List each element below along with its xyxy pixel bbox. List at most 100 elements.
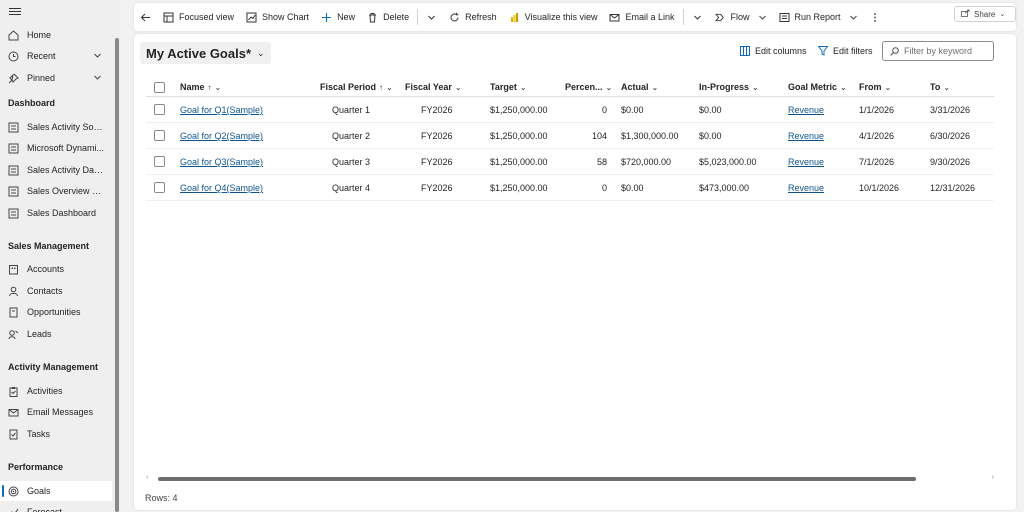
column-header-from[interactable]: From ⌄	[859, 78, 891, 96]
sidebar-section-heading: Dashboard	[8, 98, 56, 108]
filter-keyword-input[interactable]: Filter by keyword	[882, 41, 994, 61]
chart-icon	[246, 12, 257, 23]
sidebar-item-label: Sales Overview D...	[27, 186, 105, 196]
sidebar-item-label: Activities	[27, 386, 63, 396]
column-header-actual[interactable]: Actual ⌄	[621, 78, 658, 96]
hamburger-menu-icon[interactable]	[9, 6, 21, 16]
scroll-left-icon[interactable]: ‹	[146, 474, 148, 481]
back-button[interactable]	[134, 3, 157, 31]
visualize-view-button[interactable]: Visualize this view	[503, 3, 604, 31]
row-checkbox[interactable]	[154, 130, 165, 141]
sidebar-item-microsoft-dynami[interactable]: Microsoft Dynami...	[0, 138, 112, 158]
column-header-to[interactable]: To ⌄	[930, 78, 950, 96]
run-report-button[interactable]: Run Report	[773, 3, 864, 31]
cell-to: 12/31/2026	[930, 183, 976, 193]
table-row[interactable]: Goal for Q3(Sample) Quarter 3 FY2026 $1,250…	[146, 149, 994, 175]
horizontal-scroll-thumb[interactable]	[158, 477, 916, 481]
sidebar-item-recent[interactable]: Recent	[0, 46, 112, 66]
cell-metric[interactable]: Revenue	[788, 183, 824, 193]
trash-icon	[367, 12, 378, 23]
sidebar-section-heading: Performance	[8, 462, 64, 472]
sidebar-item-activities[interactable]: Activities	[0, 381, 112, 401]
sidebar-item-contacts[interactable]: Contacts	[0, 281, 112, 301]
table-row[interactable]: Goal for Q2(Sample) Quarter 2 FY2026 $1,250…	[146, 123, 994, 149]
refresh-button[interactable]: Refresh	[443, 3, 503, 31]
email-link-button[interactable]: Email a Link	[603, 3, 680, 31]
focused-view-button[interactable]: Focused view	[157, 3, 240, 31]
cell-name[interactable]: Goal for Q2(Sample)	[180, 131, 263, 141]
sidebar-item-leads[interactable]: Leads	[0, 324, 112, 344]
row-checkbox[interactable]	[154, 182, 165, 193]
sidebar-item-sales-overview-d[interactable]: Sales Overview D...	[0, 181, 112, 201]
sidebar-item-sales-dashboard[interactable]: Sales Dashboard	[0, 203, 112, 223]
filter-icon	[818, 46, 828, 56]
view-selector[interactable]: My Active Goals* ⌄	[140, 42, 271, 64]
cell-to: 3/31/2026	[930, 105, 971, 115]
cell-inprogress: $0.00	[699, 105, 722, 115]
sidebar-item-goals[interactable]: Goals	[0, 481, 112, 501]
sidebar-item-label: Opportunities	[27, 307, 81, 317]
new-button[interactable]: New	[315, 3, 361, 31]
column-header-percent[interactable]: Percen... ⌄	[565, 78, 612, 96]
sidebar-item-tasks[interactable]: Tasks	[0, 424, 112, 444]
chevron-down-icon[interactable]	[93, 51, 102, 62]
edit-columns-button[interactable]: Edit columns	[740, 46, 807, 56]
cell-year: FY2026	[421, 183, 453, 193]
flow-button[interactable]: Flow	[709, 3, 773, 31]
cell-name[interactable]: Goal for Q4(Sample)	[180, 183, 263, 193]
row-checkbox[interactable]	[154, 104, 165, 115]
cell-metric[interactable]: Revenue	[788, 157, 824, 167]
command-label: Show Chart	[262, 12, 310, 22]
scroll-right-icon[interactable]: ›	[992, 474, 994, 481]
sidebar-item-email-messages[interactable]: Email Messages	[0, 402, 112, 422]
table-row[interactable]: Goal for Q4(Sample) Quarter 4 FY2026 $1,250…	[146, 175, 994, 201]
sidebar-item-label: Goals	[27, 486, 51, 496]
sidebar-item-pinned[interactable]: Pinned	[0, 68, 112, 88]
column-header-metric[interactable]: Goal Metric ⌄	[788, 78, 847, 96]
focused-view-icon	[163, 12, 174, 23]
building-icon	[8, 264, 19, 275]
row-checkbox[interactable]	[154, 156, 165, 167]
rows-count: Rows: 4	[145, 493, 178, 503]
sidebar-item-accounts[interactable]: Accounts	[0, 259, 112, 279]
cell-name[interactable]: Goal for Q3(Sample)	[180, 157, 263, 167]
share-button[interactable]: Share ⌄	[954, 6, 1016, 22]
delete-button[interactable]: Delete	[361, 3, 415, 31]
horizontal-scrollbar[interactable]: ‹ ›	[146, 474, 994, 481]
column-header-period[interactable]: Fiscal Period ↑ ⌄	[320, 78, 393, 96]
cell-metric[interactable]: Revenue	[788, 131, 824, 141]
select-all-checkbox[interactable]	[154, 82, 165, 93]
sidebar-item-sales-activity-soci[interactable]: Sales Activity Soci...	[0, 117, 112, 137]
email-link-dropdown-button[interactable]	[686, 3, 709, 31]
column-header-name[interactable]: Name ↑ ⌄	[180, 78, 221, 96]
more-commands-button[interactable]	[864, 3, 887, 31]
command-label: New	[337, 12, 356, 22]
sidebar-item-sales-activity-das[interactable]: Sales Activity Das...	[0, 160, 112, 180]
sidebar-item-home[interactable]: Home	[0, 25, 112, 45]
cell-percent: 58	[596, 157, 607, 167]
cell-name[interactable]: Goal for Q1(Sample)	[180, 105, 263, 115]
column-header-label: Fiscal Year	[405, 82, 452, 92]
column-header-label: Name	[180, 82, 205, 92]
sidebar-item-opportunities[interactable]: Opportunities	[0, 302, 112, 322]
edit-filters-button[interactable]: Edit filters	[818, 46, 873, 56]
table-row[interactable]: Goal for Q1(Sample) Quarter 1 FY2026 $1,250…	[146, 97, 994, 123]
command-label: Visualize this view	[524, 12, 598, 22]
sidebar-item-label: Sales Dashboard	[27, 208, 97, 218]
chevron-down-icon: ⌄	[999, 11, 1006, 18]
cell-year: FY2026	[421, 157, 453, 167]
column-header-year[interactable]: Fiscal Year ⌄	[405, 78, 462, 96]
column-header-target[interactable]: Target ⌄	[490, 78, 527, 96]
document-icon	[8, 307, 19, 318]
share-label: Share	[974, 9, 996, 19]
delete-dropdown-button[interactable]	[420, 3, 443, 31]
show-chart-button[interactable]: Show Chart	[240, 3, 315, 31]
column-header-inprogress[interactable]: In-Progress ⌄	[699, 78, 759, 96]
chevron-down-icon[interactable]	[93, 73, 102, 84]
cell-percent: 0	[601, 105, 607, 115]
command-label: Delete	[383, 12, 410, 22]
sidebar-item-label: Accounts	[27, 264, 65, 274]
sidebar-scrollbar[interactable]	[115, 38, 119, 512]
cell-metric[interactable]: Revenue	[788, 105, 824, 115]
sidebar-item-forecast[interactable]: Forecast	[0, 502, 112, 512]
